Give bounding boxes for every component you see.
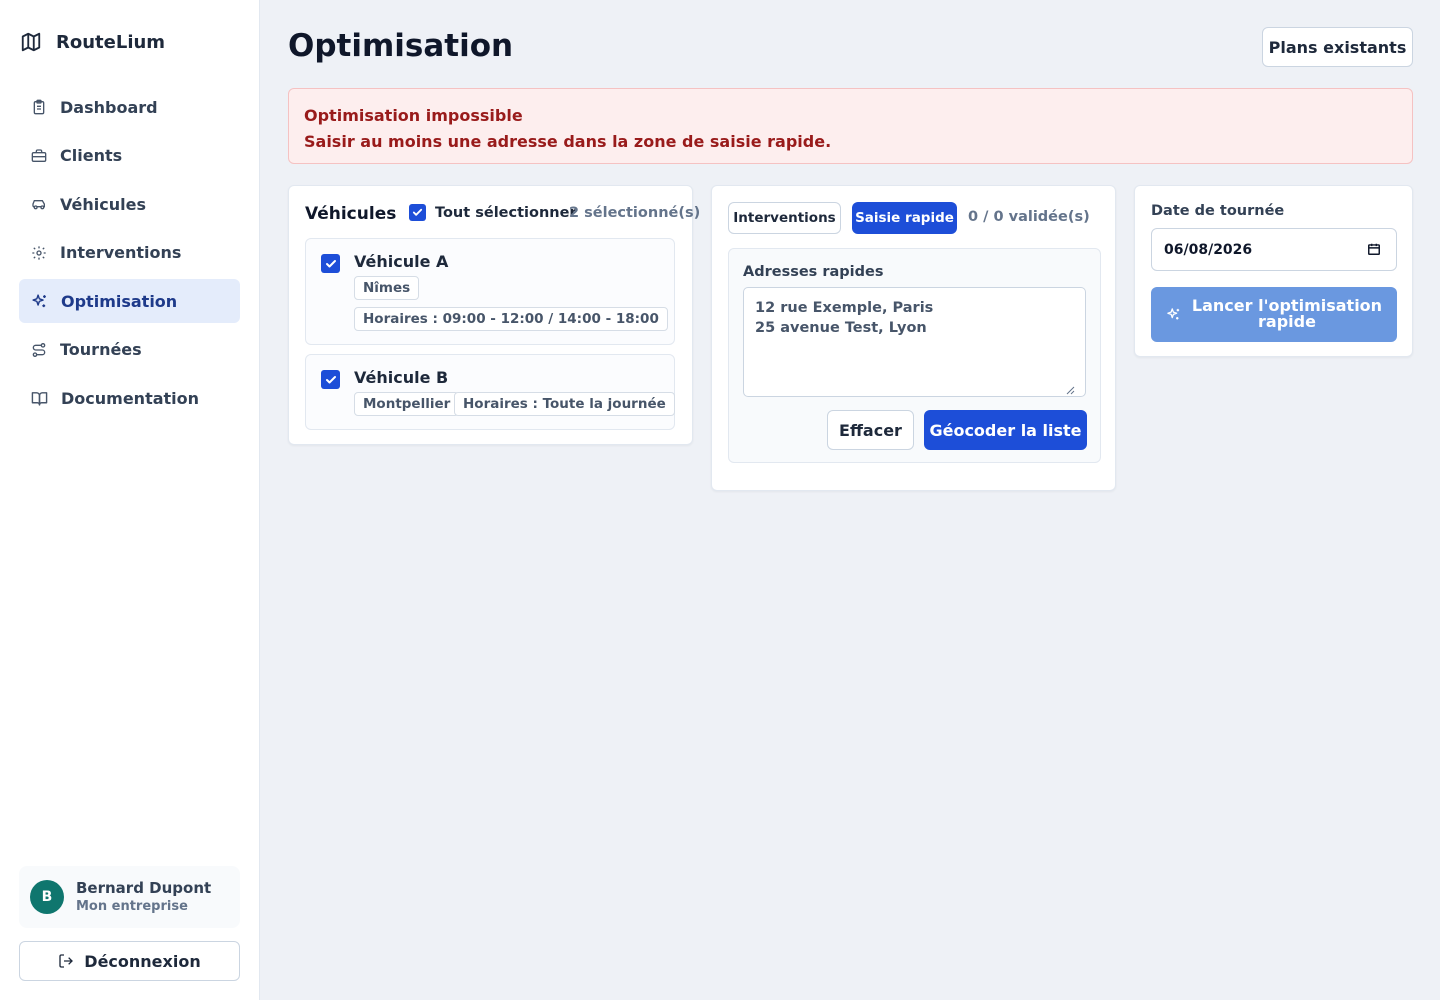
vehicle-item[interactable]: Véhicule B Montpellier Horaires : Toute … [305,354,675,430]
sidebar-item-label: Tournées [60,340,142,359]
launch-optimisation-label: Lancer l'optimisation rapide [1191,296,1383,331]
tab-interventions[interactable]: Interventions [728,202,841,234]
vehicle-name: Véhicule B [354,368,449,387]
sidebar-item-documentation[interactable]: Documentation [19,376,240,420]
resize-grip-icon[interactable] [1065,385,1075,395]
brand[interactable]: RouteLium [20,30,165,54]
vehicle-name: Véhicule A [354,252,449,271]
tab-quick-entry[interactable]: Saisie rapide [852,202,957,234]
vehicles-header: Véhicules Tout sélectionner 2 sélectionn… [305,204,700,224]
sparkles-icon [32,293,46,307]
launch-optimisation-button[interactable]: Lancer l'optimisation rapide [1151,287,1397,342]
user-company: Mon entreprise [76,899,188,914]
sidebar-item-label: Interventions [60,243,182,262]
addresses-label: Adresses rapides [743,264,884,280]
alert-message: Saisir au moins une adresse dans la zone… [304,132,832,151]
sidebar: RouteLium Dashboard Clients Véhicules In… [0,0,260,1000]
gear-icon [32,245,46,260]
tour-date-label: Date de tournée [1151,203,1285,219]
quick-addresses-panel: Adresses rapides 12 rue Exemple, Paris 2… [728,248,1101,463]
sidebar-nav: Dashboard Clients Véhicules Intervention… [19,85,240,425]
calendar-icon[interactable] [1367,242,1381,256]
sidebar-item-dashboard[interactable]: Dashboard [19,85,240,129]
briefcase-icon [31,148,47,162]
sidebar-item-vehicles[interactable]: Véhicules [19,182,240,226]
quick-entry-card: Interventions Saisie rapide 0 / 0 validé… [711,185,1116,491]
sidebar-item-label: Clients [60,146,123,165]
error-alert: Optimisation impossible Saisir au moins … [288,88,1413,164]
select-all-label: Tout sélectionner [435,204,577,221]
sidebar-item-label: Véhicules [60,194,146,214]
tour-date-value: 06/08/2026 [1164,241,1253,258]
page-title: Optimisation [288,28,514,64]
sidebar-item-label: Documentation [61,388,200,408]
logout-icon [59,954,74,968]
tour-card: Date de tournée 06/08/2026 Lancer l'opti… [1134,185,1413,357]
sidebar-item-interventions[interactable]: Interventions [19,231,240,275]
vehicles-title: Véhicules [305,204,397,224]
vehicle-item[interactable]: Véhicule A Nîmes Horaires : 09:00 - 12:0… [305,238,675,345]
user-name: Bernard Dupont [76,879,212,897]
addresses-textarea[interactable]: 12 rue Exemple, Paris 25 avenue Test, Ly… [743,287,1086,397]
logout-button[interactable]: Déconnexion [19,941,240,981]
clipboard-icon [33,99,45,115]
route-icon [32,342,46,357]
sidebar-item-optimisation[interactable]: Optimisation [19,279,240,323]
select-all-checkbox[interactable]: Tout sélectionner [409,204,577,221]
geocode-button[interactable]: Géocoder la liste [924,410,1087,450]
existing-plans-button[interactable]: Plans existants [1262,27,1413,67]
vehicle-hours-tag: Horaires : Toute la journée [454,392,675,416]
vehicle-checkbox[interactable] [321,254,340,273]
logout-label: Déconnexion [84,951,201,971]
sidebar-item-label: Dashboard [60,97,158,117]
sidebar-item-tournees[interactable]: Tournées [19,328,240,372]
vehicle-city-tag: Montpellier [354,392,460,416]
avatar: B [30,880,64,914]
car-icon [32,200,45,210]
selected-count: 2 sélectionné(s) [569,205,701,221]
clear-button[interactable]: Effacer [827,410,914,450]
vehicle-hours-tag: Horaires : 09:00 - 12:00 / 14:00 - 18:00 [354,307,668,331]
user-card: B Bernard Dupont Mon entreprise [19,866,240,928]
book-icon [31,391,48,406]
vehicles-card: Véhicules Tout sélectionner 2 sélectionn… [288,185,700,445]
brand-name: RouteLium [56,31,166,53]
vehicle-city-tag: Nîmes [354,276,420,300]
map-icon [21,32,41,52]
tour-date-input[interactable]: 06/08/2026 [1151,228,1397,271]
sidebar-item-clients[interactable]: Clients [19,134,240,178]
sparkles-icon [1167,308,1180,320]
validated-count: 0 / 0 validée(s) [968,209,1090,225]
alert-title: Optimisation impossible [304,106,523,125]
checkbox-checked-icon[interactable] [409,204,426,221]
vehicle-checkbox[interactable] [321,370,340,389]
sidebar-item-label: Optimisation [61,291,178,311]
